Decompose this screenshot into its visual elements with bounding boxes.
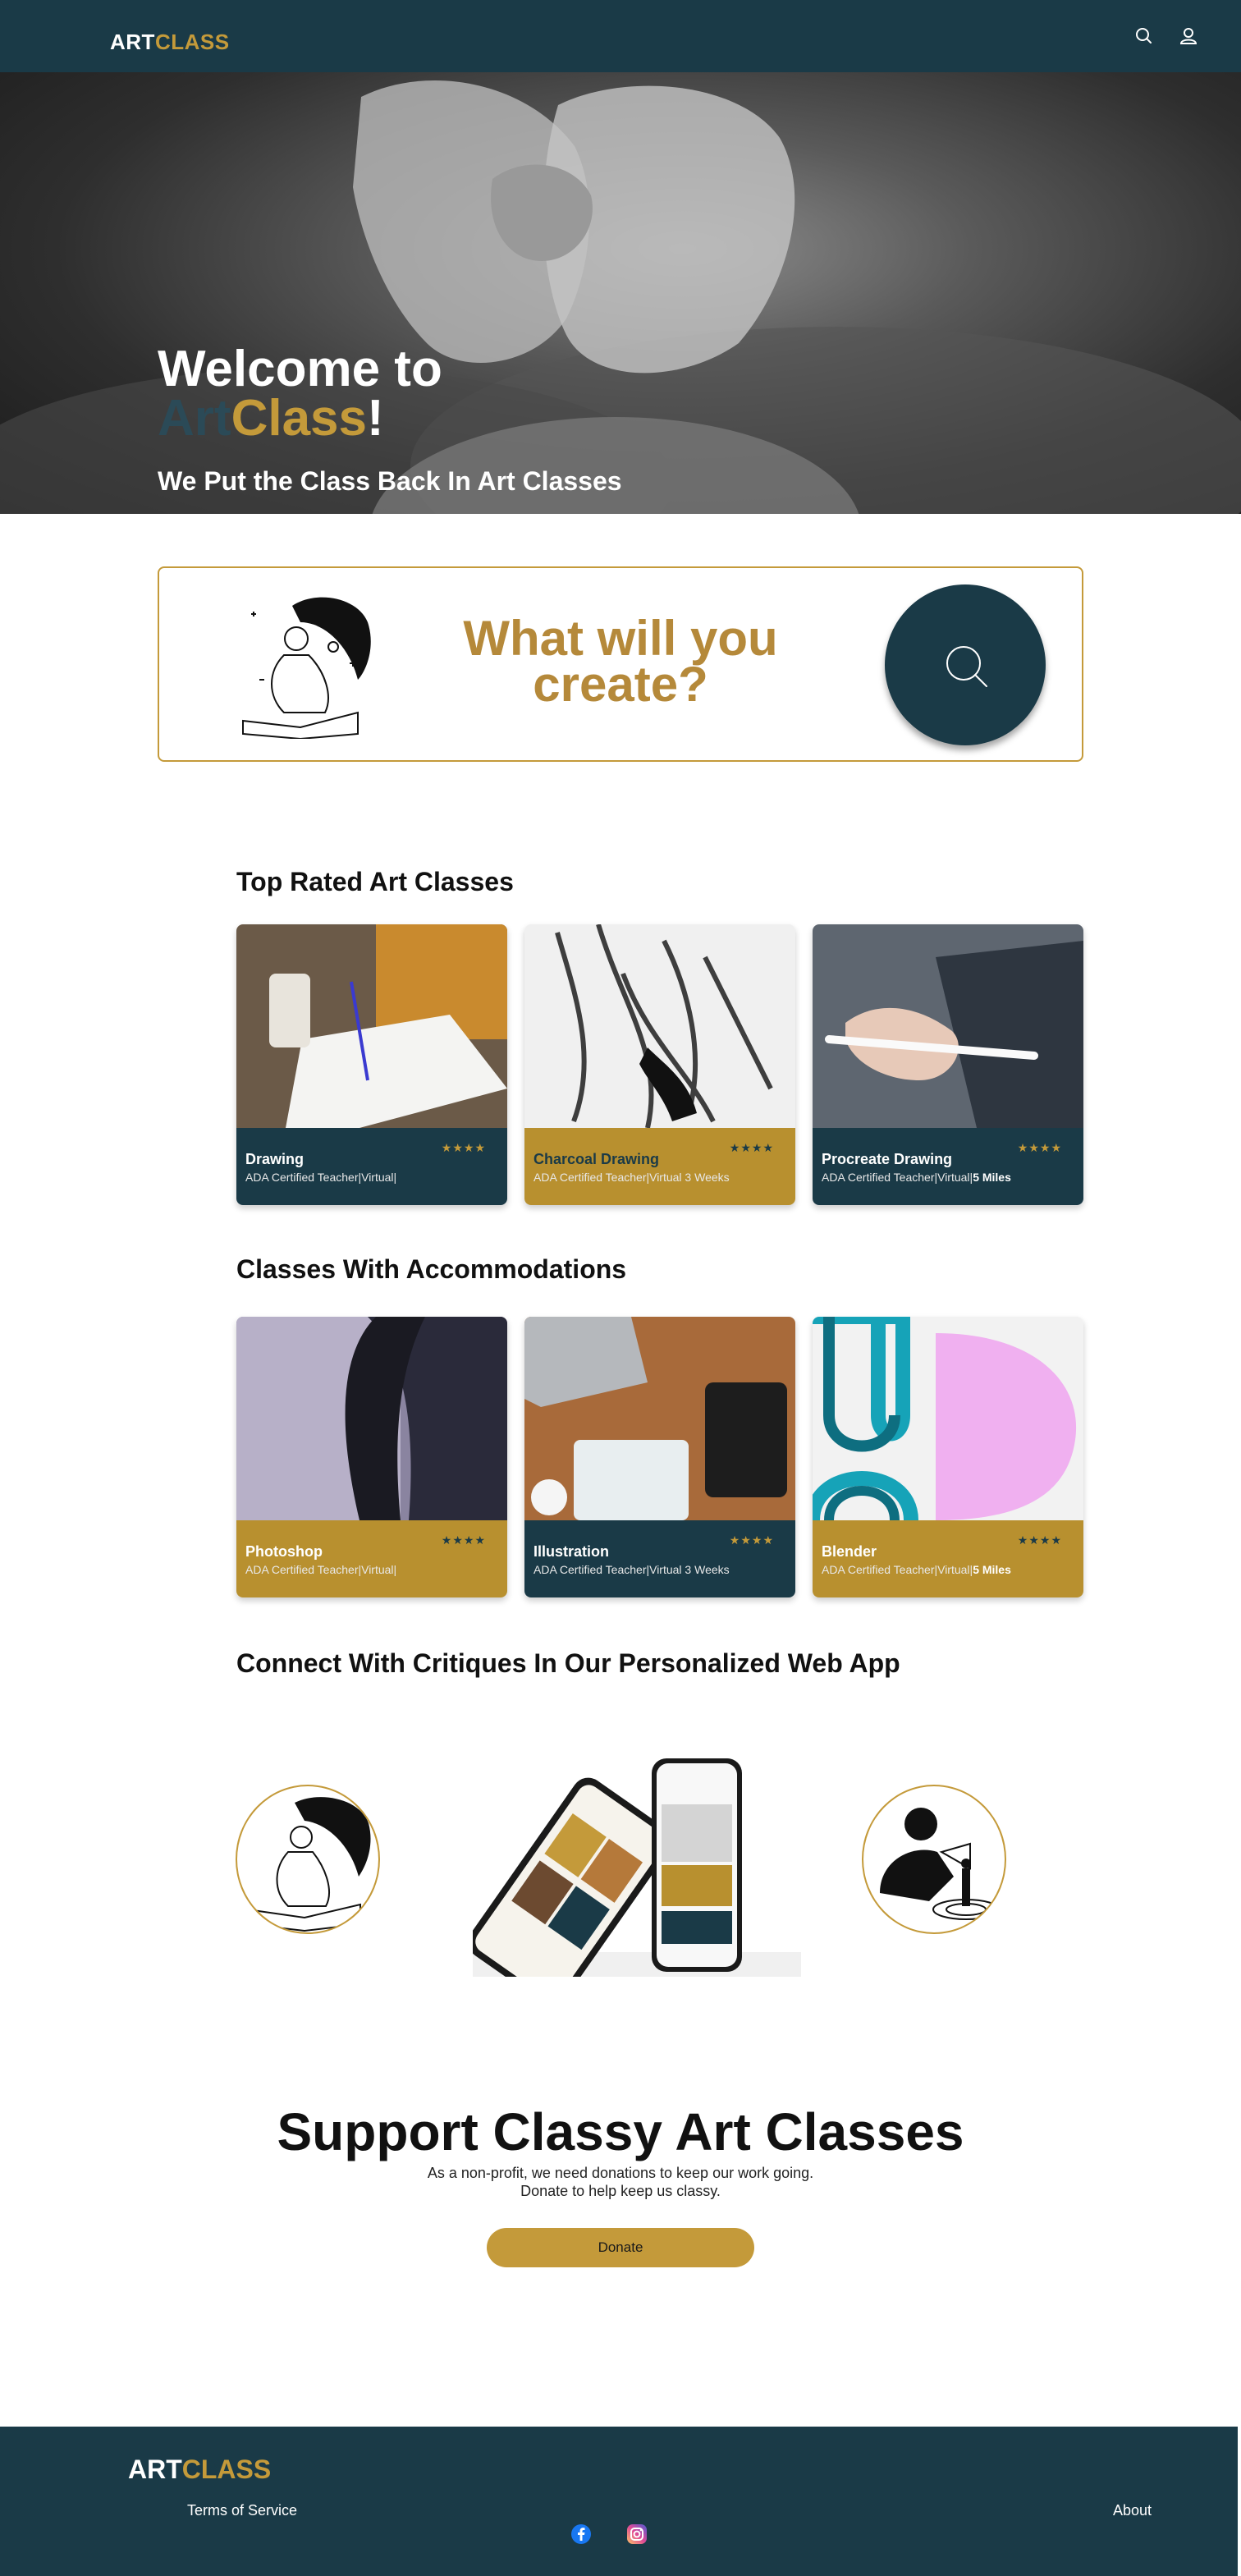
card-subtitle-text: ADA Certified Teacher|Virtual|	[245, 1563, 397, 1576]
class-card-procreate-drawing[interactable]: ★★★★ Procreate Drawing ADA Certified Tea…	[813, 924, 1083, 1205]
terms-of-service-link[interactable]: Terms of Service	[187, 2502, 297, 2519]
card-title: Charcoal Drawing	[533, 1151, 660, 1167]
card-info: ★★★★ Procreate Drawing ADA Certified Tea…	[813, 1128, 1083, 1205]
rating-stars: ★★★★	[441, 1141, 486, 1154]
hero-title-exclaim: !	[367, 390, 384, 447]
hero-title-art: Art	[158, 390, 231, 447]
artist-illustration	[242, 597, 371, 739]
hero-title-class: Class	[231, 390, 368, 447]
support-title: Support Classy Art Classes	[277, 2102, 964, 2161]
logo-art-text: ART	[110, 30, 155, 54]
card-info: ★★★★ Photoshop ADA Certified Teacher|Vir…	[236, 1520, 507, 1597]
card-image-charcoal	[524, 924, 795, 1128]
card-subtitle-text: ADA Certified Teacher|Virtual 3 Weeks	[533, 1171, 730, 1184]
card-title: Photoshop	[245, 1543, 323, 1560]
web-app-phones-image	[473, 1758, 801, 1977]
card-subtitle-text: ADA Certified Teacher|Virtual|	[822, 1563, 973, 1576]
card-subtitle-extra: 5 Miles	[973, 1563, 1011, 1576]
card-image-photoshop	[236, 1317, 507, 1520]
card-subtitle-text: ADA Certified Teacher|Virtual|	[245, 1171, 397, 1184]
facebook-icon[interactable]	[570, 2523, 592, 2545]
section-title-top-rated: Top Rated Art Classes	[236, 867, 514, 896]
card-info: ★★★★ Blender ADA Certified Teacher|Virtu…	[813, 1520, 1083, 1597]
artist-illustration-circle	[236, 1785, 380, 1934]
footer-logo-art-text: ART	[128, 2455, 182, 2484]
card-subtitle: ADA Certified Teacher|Virtual 3 Weeks	[533, 1563, 730, 1576]
hero-title-line2: ArtClass!	[158, 393, 442, 444]
site-logo[interactable]: ARTCLASS	[110, 30, 230, 55]
rating-stars: ★★★★	[729, 1533, 774, 1547]
rating-stars: ★★★★	[441, 1533, 486, 1547]
rating-stars: ★★★★	[1017, 1141, 1062, 1154]
rating-stars: ★★★★	[729, 1141, 774, 1154]
search-prompt-line1: What will you	[463, 611, 778, 666]
support-text: As a non-profit, we need donations to ke…	[427, 2165, 814, 2199]
card-subtitle: ADA Certified Teacher|Virtual|5 Miles	[822, 1563, 1011, 1576]
footer-logo[interactable]: ARTCLASS	[128, 2455, 271, 2485]
section-title-accommodations: Classes With Accommodations	[236, 1254, 627, 1284]
card-title: Drawing	[245, 1151, 305, 1167]
search-button[interactable]	[885, 584, 1046, 745]
hero-pottery-image	[0, 80, 1241, 514]
hero-banner: Welcome to ArtClass! We Put the Class Ba…	[0, 72, 1241, 514]
card-title: Illustration	[533, 1543, 610, 1560]
search-prompt-line2: create?	[533, 657, 708, 712]
user-icon[interactable]	[1177, 25, 1200, 48]
section-title-connect: Connect With Critiques In Our Personaliz…	[236, 1648, 900, 1678]
card-info: ★★★★ Drawing ADA Certified Teacher|Virtu…	[236, 1128, 507, 1205]
class-card-photoshop[interactable]: ★★★★ Photoshop ADA Certified Teacher|Vir…	[236, 1317, 507, 1597]
search-prompt: What will you create?	[410, 611, 831, 712]
search-icon[interactable]	[1133, 25, 1156, 48]
card-subtitle-extra: 5 Miles	[973, 1171, 1011, 1184]
card-image-blender	[813, 1317, 1083, 1520]
search-icon	[946, 646, 987, 687]
footer: ARTCLASS Terms of Service About	[0, 2427, 1238, 2576]
card-image-drawing	[236, 924, 507, 1128]
card-subtitle-text: ADA Certified Teacher|Virtual 3 Weeks	[533, 1563, 730, 1576]
card-title: Procreate Drawing	[822, 1151, 953, 1167]
class-card-blender[interactable]: ★★★★ Blender ADA Certified Teacher|Virtu…	[813, 1317, 1083, 1597]
top-navbar: ARTCLASS	[0, 0, 1241, 72]
rating-stars: ★★★★	[1017, 1533, 1062, 1547]
instagram-icon[interactable]	[626, 2523, 648, 2545]
card-image-illustration	[524, 1317, 795, 1520]
card-subtitle: ADA Certified Teacher|Virtual 3 Weeks	[533, 1171, 730, 1184]
card-subtitle: ADA Certified Teacher|Virtual|5 Miles	[822, 1171, 1011, 1184]
hero-title: Welcome to ArtClass!	[158, 341, 442, 444]
hero-title-line1: Welcome to	[158, 341, 442, 397]
class-card-charcoal-drawing[interactable]: ★★★★ Charcoal Drawing ADA Certified Teac…	[524, 924, 795, 1205]
card-subtitle: ADA Certified Teacher|Virtual|	[245, 1563, 396, 1576]
class-card-illustration[interactable]: ★★★★ Illustration ADA Certified Teacher|…	[524, 1317, 795, 1597]
footer-logo-class-text: CLASS	[181, 2455, 272, 2484]
card-subtitle-text: ADA Certified Teacher|Virtual|	[822, 1171, 973, 1184]
card-title: Blender	[822, 1543, 877, 1560]
about-link[interactable]: About	[1113, 2502, 1152, 2519]
card-image-procreate	[813, 924, 1083, 1128]
card-info: ★★★★ Charcoal Drawing ADA Certified Teac…	[524, 1128, 795, 1205]
speaker-illustration-circle	[862, 1785, 1006, 1934]
logo-class-text: CLASS	[154, 30, 230, 54]
hero-subtitle: We Put the Class Back In Art Classes	[158, 466, 622, 496]
card-subtitle: ADA Certified Teacher|Virtual|	[245, 1171, 396, 1184]
donate-button[interactable]: Donate	[487, 2228, 754, 2267]
class-card-drawing[interactable]: ★★★★ Drawing ADA Certified Teacher|Virtu…	[236, 924, 507, 1205]
card-info: ★★★★ Illustration ADA Certified Teacher|…	[524, 1520, 795, 1597]
